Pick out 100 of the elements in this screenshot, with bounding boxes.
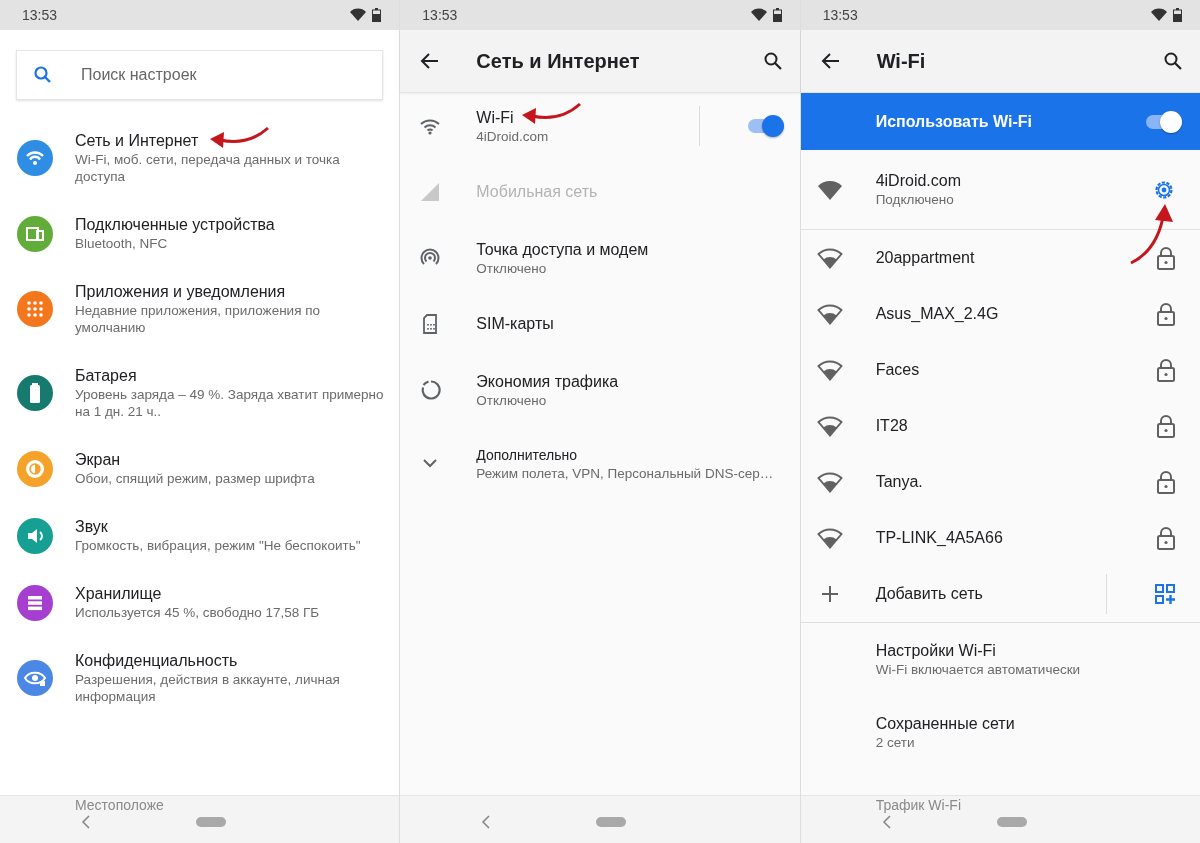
faded-item-title: Местоположе — [75, 796, 165, 813]
wifi-signal-icon — [750, 8, 767, 22]
back-chevron-icon[interactable] — [81, 815, 91, 829]
settings-item[interactable]: Сохраненные сети 2 сети — [800, 696, 1200, 769]
settings-item[interactable]: Приложения и уведомления Недавние приложения, приложения по умолчанию — [0, 267, 400, 351]
settings-item[interactable]: Точка доступа и модем Отключено — [400, 225, 800, 291]
item-title: Хранилище — [75, 584, 162, 604]
back-arrow-icon[interactable] — [420, 51, 441, 71]
clock-time: 13:53 — [822, 7, 858, 23]
settings-item[interactable]: Подключенные устройства Bluetooth, NFC — [0, 200, 400, 267]
item-subtitle: Уровень заряда – 49 %. Заряда хватит примерно на 1 дн. 21 ч.. — [75, 386, 385, 420]
item-title: Экономия трафика — [476, 371, 619, 392]
item-title: Wi-Fi — [476, 107, 514, 128]
settings-item[interactable]: Хранилище Используется 45 %, свободно 17,58 ГБ — [0, 569, 400, 636]
item-title: SIM-карты — [476, 314, 554, 334]
search-field[interactable]: Поиск настроек — [16, 50, 384, 100]
lock-icon — [1156, 414, 1176, 438]
network-item[interactable]: Tanya. — [800, 454, 1200, 510]
settings-item[interactable]: Звук Громкость, вибрация, режим "Не беспокоить" — [0, 502, 400, 569]
item-title: Дополнительно — [476, 445, 578, 465]
clock-time: 13:53 — [422, 7, 458, 23]
item-subtitle: Bluetooth, NFC — [75, 235, 169, 252]
battery-icon — [772, 8, 782, 22]
back-arrow-icon[interactable] — [820, 51, 841, 71]
item-subtitle: Обои, спящий режим, размер шрифта — [75, 470, 316, 487]
settings-item[interactable]: Настройки Wi-Fi Wi-Fi включается автоматически — [800, 623, 1200, 696]
item-title: Звук — [75, 517, 108, 537]
search-icon — [33, 65, 53, 85]
settings-item[interactable]: SIM-карты — [400, 291, 800, 357]
lock-icon — [1156, 302, 1176, 326]
search-icon[interactable] — [762, 51, 783, 71]
settings-item[interactable]: Конфиденциальность Разрешения, действия в аккаунте, личная информация — [0, 636, 400, 720]
wifi-signal-icon — [816, 303, 843, 325]
network-item[interactable]: TP-LINK_4A5A66 — [800, 510, 1200, 566]
wifi-signal-icon — [350, 8, 367, 22]
item-subtitle: Разрешения, действия в аккаунте, личная информация — [75, 671, 341, 705]
network-name: 4iDroid.com — [875, 171, 961, 191]
battery-icon — [372, 8, 382, 22]
lock-icon — [1156, 246, 1176, 270]
item-title: Экран — [75, 450, 121, 470]
item-title: Подключенные устройства — [75, 215, 275, 235]
item-title: Точка доступа и модем — [476, 239, 649, 260]
item-title: Приложения и уведомления — [75, 282, 286, 302]
add-network-item[interactable]: Добавить сеть — [800, 566, 1200, 623]
network-name: TP-LINK_4A5A66 — [875, 528, 1003, 548]
network-name: Faces — [875, 360, 920, 380]
network-name: Tanya. — [875, 472, 923, 492]
network-item[interactable]: Faces — [800, 342, 1200, 398]
wifi-signal-icon — [1151, 8, 1167, 22]
settings-item[interactable]: Экономия трафика Отключено — [400, 357, 800, 423]
item-title: Добавить сеть — [875, 584, 984, 604]
item-title: Мобильная сеть — [476, 182, 598, 202]
item-title: Настройки Wi-Fi — [875, 641, 997, 661]
lock-icon — [1156, 526, 1176, 550]
battery-icon — [1173, 8, 1182, 22]
lock-icon — [1156, 358, 1176, 382]
network-name: 20appartment — [875, 248, 975, 268]
network-name: Asus_MAX_2.4G — [875, 304, 999, 324]
network-item[interactable]: 20appartment — [800, 230, 1200, 286]
item-subtitle: 4iDroid.com — [476, 127, 550, 145]
item-title: Сохраненные сети — [875, 714, 1016, 734]
wifi-signal-icon — [816, 359, 843, 381]
settings-item[interactable]: Батарея Уровень заряда – 49 %. Заряда хватит примерно на 1 дн. 21 ч.. — [0, 351, 400, 435]
settings-item[interactable]: Экран Обои, спящий режим, размер шрифта — [0, 435, 400, 502]
network-item[interactable]: IT28 — [800, 398, 1200, 454]
wifi-signal-icon — [816, 178, 843, 201]
back-chevron-icon[interactable] — [881, 815, 892, 829]
qr-code-icon[interactable] — [1154, 583, 1176, 605]
item-subtitle: Используется 45 %, свободно 17,58 ГБ — [75, 604, 321, 621]
master-label: Использовать Wi-Fi — [875, 112, 1033, 131]
toggle-switch[interactable] — [747, 115, 784, 137]
item-subtitle: Отключено — [476, 391, 548, 409]
screen-title: Wi-Fi — [876, 49, 927, 73]
item-title: Батарея — [75, 366, 137, 386]
back-chevron-icon[interactable] — [481, 815, 492, 829]
item-subtitle: Громкость, вибрация, режим "Не беспокоить" — [75, 537, 362, 554]
wifi-signal-icon — [816, 415, 843, 437]
item-subtitle: 2 сети — [875, 734, 916, 751]
item-subtitle: Wi-Fi включается автоматически — [875, 661, 1082, 678]
screen-title: Сеть и Интернет — [476, 49, 641, 73]
lock-icon — [1156, 470, 1176, 494]
toggle-switch[interactable] — [1146, 110, 1182, 133]
faded-item-title: Трафик Wi-Fi — [875, 796, 962, 813]
search-icon[interactable] — [1163, 51, 1183, 71]
network-status: Подключено — [875, 191, 955, 208]
item-subtitle: Недавние приложения, приложения по умолчанию — [75, 302, 322, 336]
network-item[interactable]: Asus_MAX_2.4G — [800, 286, 1200, 342]
item-subtitle: Отключено — [476, 259, 548, 277]
item-title: Сеть и Интернет — [75, 131, 199, 151]
wifi-master-bar[interactable]: Использовать Wi-Fi — [800, 93, 1200, 150]
item-subtitle: Wi-Fi, моб. сети, передача данных и точка доступа — [75, 151, 341, 185]
wifi-signal-icon — [816, 527, 843, 549]
item-title: Конфиденциальность — [75, 651, 238, 671]
clock-time: 13:53 — [22, 7, 58, 23]
wifi-signal-icon — [816, 471, 843, 493]
item-subtitle: Режим полета, VPN, Персональный DNS-сер… — [476, 464, 775, 482]
wifi-signal-icon — [816, 247, 843, 269]
settings-item[interactable]: Дополнительно Режим полета, VPN, Персональный DNS-сер… — [400, 423, 800, 503]
network-name: IT28 — [875, 416, 908, 436]
settings-item[interactable]: Сеть и Интернет Wi-Fi, моб. сети, передача данных и точка доступа — [0, 116, 400, 200]
